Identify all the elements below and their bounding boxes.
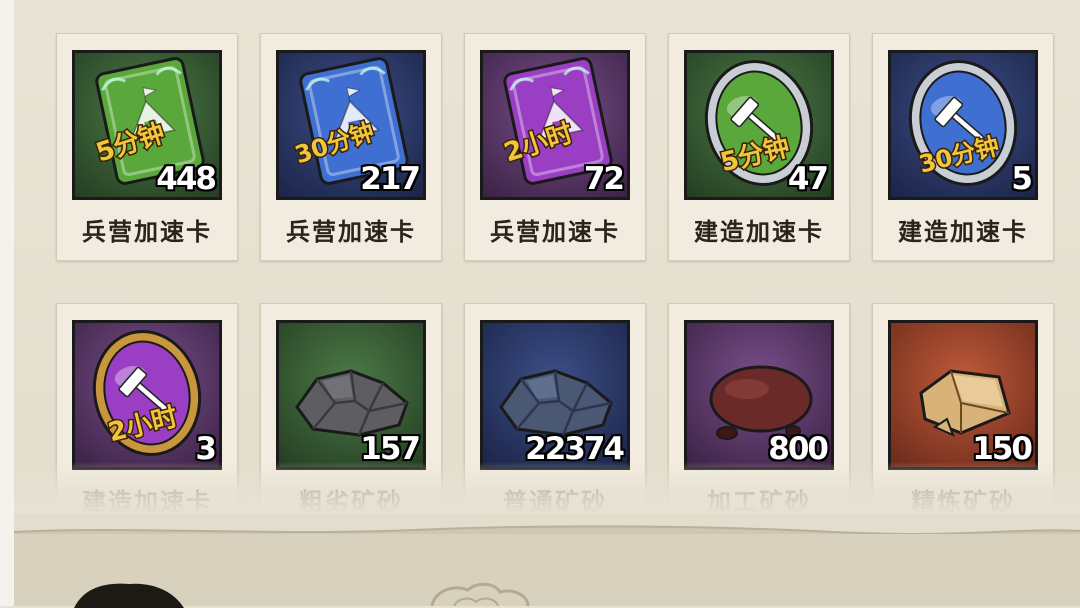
inventory-item[interactable]: 30分钟 217 兵营加速卡 [260, 33, 442, 261]
item-icon-frame: 2小时 3 [72, 320, 222, 470]
item-icon-frame: 157 [276, 320, 426, 470]
item-icon-frame: 5分钟 448 [72, 50, 222, 200]
item-name: 建造加速卡 [82, 487, 212, 512]
item-icon-frame: 5分钟 47 [684, 50, 834, 200]
left-margin [0, 0, 14, 606]
item-icon-frame: 30分钟 5 [888, 50, 1038, 200]
item-icon-frame: 800 [684, 320, 834, 470]
item-icon-frame: 22374 [480, 320, 630, 470]
item-name: 兵营加速卡 [82, 217, 212, 246]
item-quantity: 3 [195, 431, 217, 467]
inventory-item[interactable]: 150 精炼矿砂 [872, 303, 1054, 512]
item-icon-frame: 150 [888, 320, 1038, 470]
item-name: 加工矿砂 [707, 487, 811, 512]
item-name: 粗劣矿砂 [299, 487, 403, 512]
inventory-item[interactable]: 157 粗劣矿砂 [260, 303, 442, 512]
inventory-item[interactable]: 5分钟 448 兵营加速卡 [56, 33, 238, 261]
inventory-item[interactable]: 30分钟 5 建造加速卡 [872, 33, 1054, 261]
item-name: 兵营加速卡 [490, 217, 620, 246]
inventory-item[interactable]: 5分钟 47 建造加速卡 [668, 33, 850, 261]
item-quantity: 217 [360, 161, 421, 197]
item-name: 兵营加速卡 [286, 217, 416, 246]
cloud-ornament-icon [430, 582, 530, 606]
inventory-item[interactable]: 2小时 3 建造加速卡 [56, 303, 238, 512]
item-name: 建造加速卡 [898, 217, 1028, 246]
item-name: 建造加速卡 [694, 217, 824, 246]
item-icon-frame: 2小时 72 [480, 50, 630, 200]
item-name: 精炼矿砂 [911, 487, 1015, 512]
inventory-panel: 5分钟 448 兵营加速卡 30分钟 217 兵营加速卡 2小时 72 兵营加速卡 5分钟 47 建造… [14, 0, 1080, 608]
inventory-item[interactable]: 2小时 72 兵营加速卡 [464, 33, 646, 261]
item-quantity: 22374 [525, 431, 625, 467]
inventory-item[interactable]: 800 加工矿砂 [668, 303, 850, 512]
item-quantity: 72 [583, 161, 625, 197]
inventory-item[interactable]: 22374 普通矿砂 [464, 303, 646, 512]
item-quantity: 448 [156, 161, 217, 197]
item-icon-frame: 30分钟 217 [276, 50, 426, 200]
item-quantity: 150 [972, 431, 1033, 467]
ink-tree-silhouette [74, 583, 184, 608]
item-quantity: 5 [1011, 161, 1033, 197]
item-quantity: 47 [787, 161, 829, 197]
item-quantity: 800 [768, 431, 829, 467]
item-grid: 5分钟 448 兵营加速卡 30分钟 217 兵营加速卡 2小时 72 兵营加速卡 5分钟 47 建造… [14, 0, 1080, 512]
item-name: 普通矿砂 [503, 487, 607, 512]
item-quantity: 157 [360, 431, 421, 467]
